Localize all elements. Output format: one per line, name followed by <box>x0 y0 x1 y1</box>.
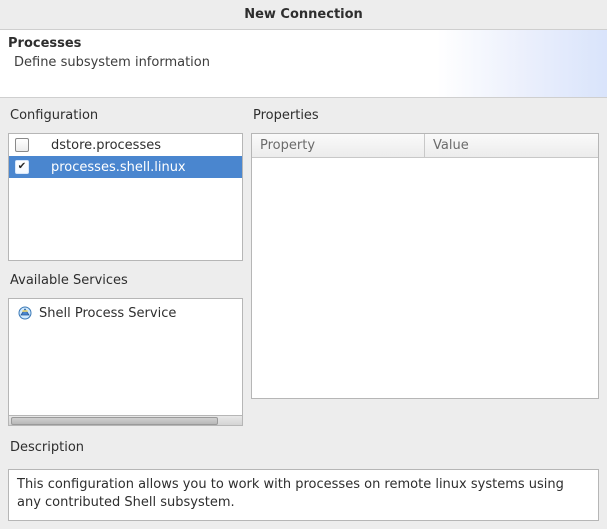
description-label: Description <box>8 432 599 463</box>
wizard-body: Configuration Properties dstore.processe… <box>0 98 607 469</box>
properties-col-value[interactable]: Value <box>425 134 598 157</box>
service-icon <box>17 305 33 321</box>
available-services-list[interactable]: Shell Process Service <box>8 298 243 426</box>
description-text-area: This configuration allows you to work wi… <box>8 469 599 521</box>
window-title: New Connection <box>244 7 363 22</box>
wizard-banner: Processes Define subsystem information <box>0 30 607 98</box>
configuration-item-label: dstore.processes <box>51 138 161 153</box>
configuration-list[interactable]: dstore.processes processes.shell.linux <box>8 133 243 261</box>
wizard-banner-title: Processes <box>8 36 597 51</box>
configuration-checkbox[interactable] <box>15 138 29 152</box>
service-item[interactable]: Shell Process Service <box>9 299 242 327</box>
properties-label: Properties <box>251 106 599 133</box>
configuration-item[interactable]: processes.shell.linux <box>9 156 242 178</box>
configuration-checkbox[interactable] <box>15 160 29 174</box>
window-titlebar[interactable]: New Connection <box>0 0 607 30</box>
configuration-item-label: processes.shell.linux <box>51 160 186 175</box>
properties-table[interactable]: Property Value <box>251 133 599 399</box>
configuration-item[interactable]: dstore.processes <box>9 134 242 156</box>
properties-col-property[interactable]: Property <box>252 134 425 157</box>
wizard-banner-subtitle: Define subsystem information <box>8 55 597 70</box>
horizontal-scrollbar[interactable] <box>9 415 242 425</box>
description-text: This configuration allows you to work wi… <box>17 477 564 510</box>
properties-header: Property Value <box>252 134 598 158</box>
new-connection-window: New Connection Processes Define subsyste… <box>0 0 607 529</box>
available-services-label: Available Services <box>8 267 243 298</box>
service-item-label: Shell Process Service <box>39 306 176 321</box>
configuration-label: Configuration <box>8 106 243 133</box>
